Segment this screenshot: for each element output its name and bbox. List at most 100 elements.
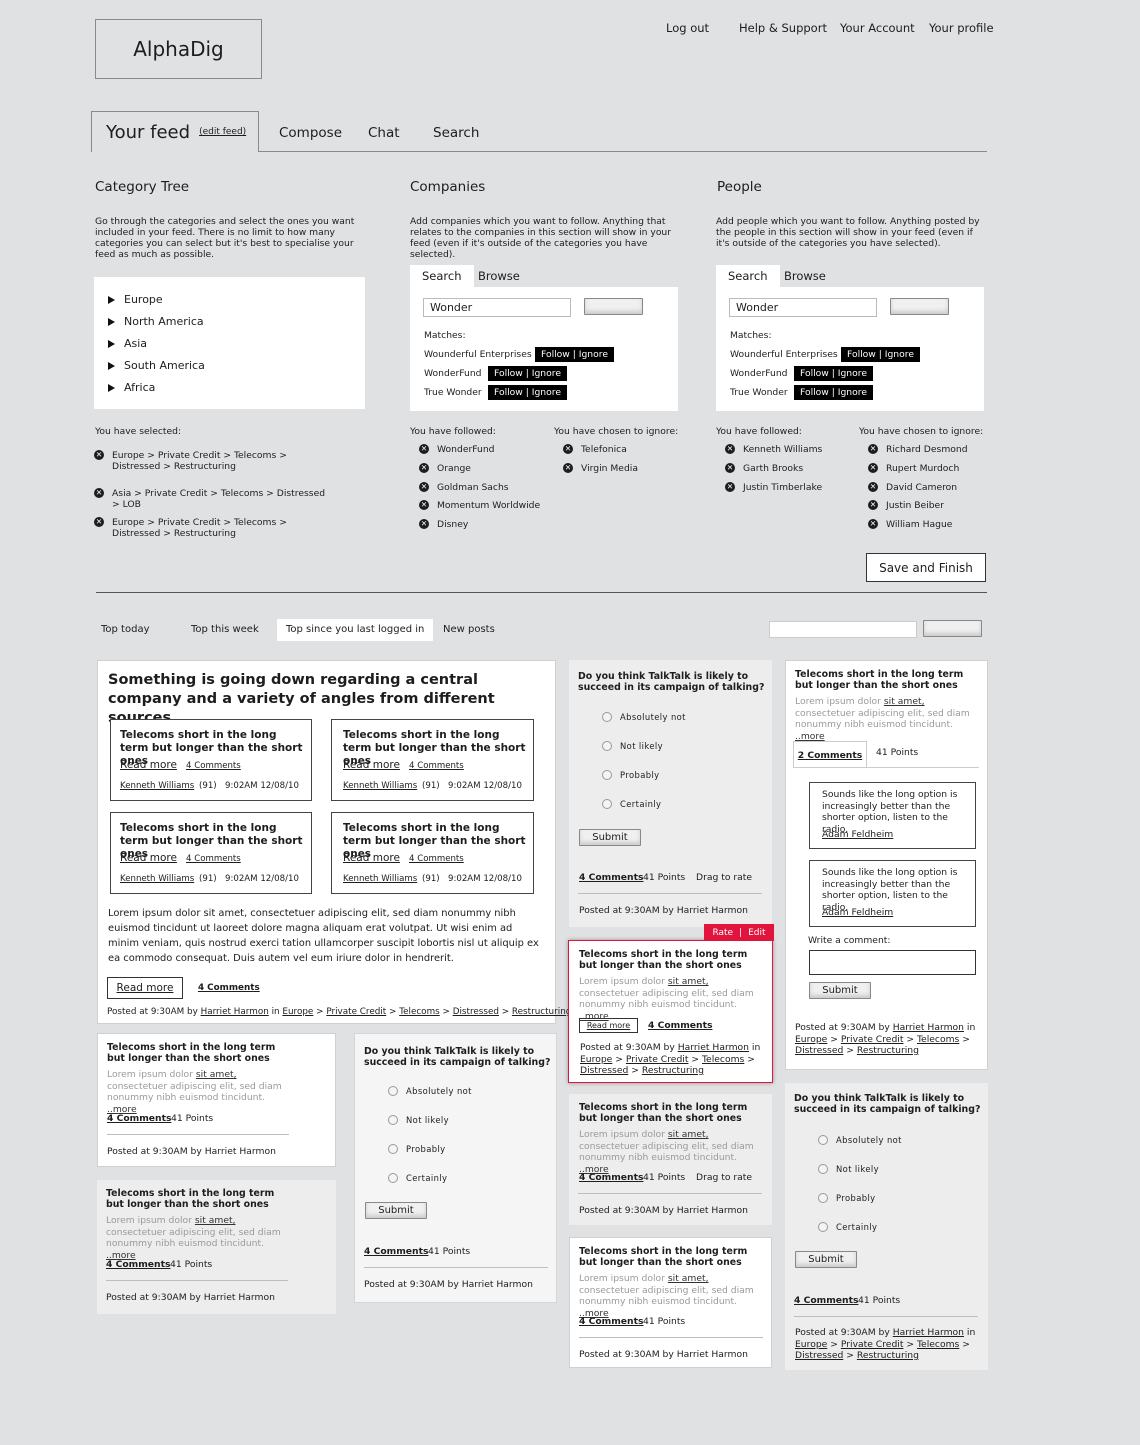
author-link[interactable]: Adam Feldheim	[822, 907, 893, 918]
rate-button[interactable]: Rate	[712, 928, 733, 938]
poll-option[interactable]: Probably	[818, 1193, 876, 1203]
expand-arrow-icon[interactable]	[108, 317, 115, 326]
save-finish-button[interactable]: Save and Finish	[866, 553, 986, 582]
follow-ignore-buttons[interactable]: Follow | Ignore	[841, 347, 920, 362]
post-title[interactable]: Telecoms short in the long term but long…	[579, 1102, 754, 1124]
read-more-link[interactable]: Read more	[343, 852, 400, 864]
author-link[interactable]: Adam Feldheim	[822, 829, 893, 840]
post-title[interactable]: Telecoms short in the long term but long…	[579, 1246, 754, 1268]
radio-icon[interactable]	[388, 1144, 398, 1154]
author-link[interactable]: Kenneth Williams	[120, 781, 194, 791]
poll-option[interactable]: Absolutely not	[388, 1086, 472, 1096]
comments-link[interactable]: 4 Comments	[579, 1316, 643, 1327]
read-more-link[interactable]: Read more	[343, 759, 400, 771]
poll-option[interactable]: Absolutely not	[818, 1135, 902, 1145]
expand-arrow-icon[interactable]	[108, 361, 115, 370]
tab-search[interactable]: Search	[410, 265, 474, 287]
radio-icon[interactable]	[388, 1086, 398, 1096]
submit-button[interactable]: Submit	[365, 1202, 427, 1219]
tab-search[interactable]: Search	[433, 125, 479, 141]
submit-button[interactable]: Submit	[579, 829, 641, 846]
comments-link[interactable]: 4 Comments	[106, 1259, 170, 1270]
tree-item-north-america[interactable]: North America	[108, 315, 204, 328]
radio-icon[interactable]	[602, 712, 612, 722]
remove-icon[interactable]: ✕	[419, 500, 429, 510]
comments-link[interactable]: 4 Comments	[186, 761, 241, 771]
poll-option[interactable]: Not likely	[602, 741, 663, 751]
follow-ignore-buttons[interactable]: Follow | Ignore	[794, 366, 873, 381]
poll-option[interactable]: Probably	[388, 1144, 446, 1154]
read-more-button[interactable]: Read more	[107, 977, 183, 999]
expand-arrow-icon[interactable]	[108, 339, 115, 348]
radio-icon[interactable]	[602, 770, 612, 780]
radio-icon[interactable]	[602, 799, 612, 809]
tab-browse[interactable]: Browse	[466, 265, 532, 287]
crumb-link[interactable]: Restructuring	[512, 1007, 571, 1017]
radio-icon[interactable]	[818, 1222, 828, 1232]
tab-points[interactable]: 41 Points	[876, 747, 918, 758]
author-link[interactable]: Kenneth Williams	[343, 781, 417, 791]
post-title[interactable]: Telecoms short in the long term but long…	[107, 1042, 277, 1064]
radio-icon[interactable]	[818, 1164, 828, 1174]
tree-item-europe[interactable]: Europe	[108, 293, 163, 306]
read-more-link[interactable]: Read more	[120, 759, 177, 771]
comments-link[interactable]: 4 Comments	[107, 1113, 171, 1124]
remove-icon[interactable]: ✕	[868, 519, 878, 529]
poll-option[interactable]: Probably	[602, 770, 660, 780]
tab-chat[interactable]: Chat	[368, 125, 400, 141]
submit-comment-button[interactable]: Submit	[809, 982, 871, 999]
post-title[interactable]: Telecoms short in the long term but long…	[106, 1188, 276, 1210]
crumb-link[interactable]: Private Credit	[326, 1007, 386, 1017]
comments-link[interactable]: 4 Comments	[198, 983, 260, 993]
people-search-button[interactable]	[890, 298, 949, 315]
poll-option[interactable]: Certainly	[602, 799, 661, 809]
author-link[interactable]: Kenneth Williams	[120, 874, 194, 884]
comments-link[interactable]: 4 Comments	[186, 854, 241, 864]
comments-link[interactable]: 4 Comments	[409, 854, 464, 864]
follow-ignore-buttons[interactable]: Follow | Ignore	[488, 385, 567, 400]
remove-icon[interactable]: ✕	[94, 517, 104, 527]
remove-icon[interactable]: ✕	[419, 482, 429, 492]
account-link[interactable]: Your Account	[840, 21, 915, 35]
related-post[interactable]: Telecoms short in the long term but long…	[331, 719, 534, 801]
crumb-link[interactable]: Europe	[282, 1007, 313, 1017]
crumb-link[interactable]: Telecoms	[399, 1007, 440, 1017]
post-title[interactable]: Telecoms short in the long term but long…	[795, 669, 970, 691]
author-link[interactable]: Harriet Harmon	[201, 1007, 269, 1017]
logo[interactable]: AlphaDig	[95, 19, 262, 79]
tree-item-asia[interactable]: Asia	[108, 337, 147, 350]
tab-new-posts[interactable]: New posts	[434, 619, 504, 641]
more-link[interactable]: ..more	[795, 731, 825, 742]
remove-icon[interactable]: ✕	[725, 444, 735, 454]
edit-feed-link[interactable]: (edit feed)	[199, 127, 246, 137]
remove-icon[interactable]: ✕	[868, 482, 878, 492]
people-search-input[interactable]: Wonder	[729, 298, 877, 317]
poll-option[interactable]: Absolutely not	[602, 712, 686, 722]
post-title[interactable]: Telecoms short in the long term but long…	[579, 949, 754, 971]
poll-option[interactable]: Not likely	[818, 1164, 879, 1174]
remove-icon[interactable]: ✕	[725, 463, 735, 473]
help-link[interactable]: Help & Support	[739, 21, 827, 35]
related-post[interactable]: Telecoms short in the long term but long…	[110, 719, 312, 801]
tab-browse[interactable]: Browse	[772, 265, 838, 287]
highlighted-post-card[interactable]: Rate | Edit Telecoms short in the long ter…	[568, 924, 774, 1083]
follow-ignore-buttons[interactable]: Follow | Ignore	[535, 347, 614, 362]
comments-link[interactable]: 4 Comments	[364, 1246, 428, 1257]
comments-link[interactable]: 4 Comments	[409, 761, 464, 771]
poll-option[interactable]: Certainly	[388, 1173, 447, 1183]
comments-link[interactable]: 4 Comments	[579, 872, 643, 883]
profile-link[interactable]: Your profile	[929, 21, 994, 35]
tab-top-since-login[interactable]: Top since you last logged in	[277, 619, 434, 641]
expand-arrow-icon[interactable]	[108, 383, 115, 392]
submit-button[interactable]: Submit	[795, 1251, 857, 1268]
radio-icon[interactable]	[818, 1193, 828, 1203]
remove-icon[interactable]: ✕	[419, 463, 429, 473]
remove-icon[interactable]: ✕	[725, 482, 735, 492]
tab-top-week[interactable]: Top this week	[182, 619, 268, 641]
radio-icon[interactable]	[388, 1115, 398, 1125]
poll-option[interactable]: Not likely	[388, 1115, 449, 1125]
drag-to-rate[interactable]: Drag to rate	[696, 1172, 752, 1183]
expand-arrow-icon[interactable]	[108, 295, 115, 304]
remove-icon[interactable]: ✕	[94, 450, 104, 460]
remove-icon[interactable]: ✕	[868, 500, 878, 510]
